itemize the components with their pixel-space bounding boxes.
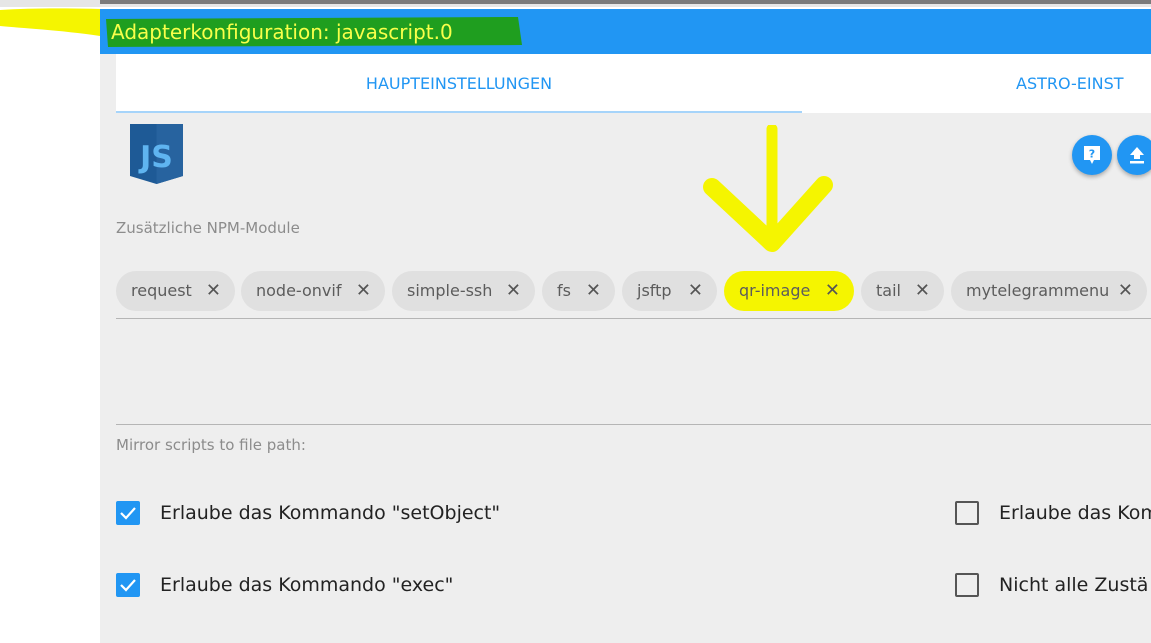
- close-icon[interactable]: ✕: [586, 271, 601, 311]
- chip-mytelegrammenu[interactable]: mytelegrammenu ✕: [951, 271, 1147, 311]
- npm-input-underline[interactable]: [116, 318, 1151, 319]
- svg-text:?: ?: [1089, 148, 1095, 161]
- option-label: Nicht alle Zustä: [999, 574, 1149, 596]
- javascript-logo-icon: JS: [130, 124, 183, 184]
- upload-icon: [1130, 147, 1144, 164]
- close-icon[interactable]: ✕: [688, 271, 703, 311]
- upload-button[interactable]: [1117, 135, 1151, 175]
- checkbox-unchecked[interactable]: [955, 573, 979, 597]
- npm-modules-label: Zusätzliche NPM-Module: [116, 219, 300, 237]
- active-tab-indicator: [116, 111, 802, 113]
- checkbox-checked[interactable]: [116, 501, 140, 525]
- close-icon[interactable]: ✕: [206, 271, 221, 311]
- option-label: Erlaube das Kom: [999, 502, 1151, 524]
- check-icon: [120, 579, 136, 592]
- help-button[interactable]: ?: [1072, 135, 1112, 175]
- checkbox-checked[interactable]: [116, 573, 140, 597]
- option-not-all-states[interactable]: Nicht alle Zustä: [955, 573, 1151, 603]
- chip-qr-image[interactable]: qr-image ✕: [724, 271, 854, 311]
- close-icon[interactable]: ✕: [915, 271, 930, 311]
- adapter-config-dialog: Adapterkonfiguration: javascript.0 HAUPT…: [100, 9, 1151, 643]
- chip-label: qr-image: [739, 281, 811, 300]
- mirror-path-label: Mirror scripts to file path:: [116, 436, 306, 454]
- option-label: Erlaube das Kommando "exec": [160, 574, 454, 596]
- mirror-input-underline[interactable]: [116, 424, 1151, 425]
- chip-label: mytelegrammenu: [966, 281, 1110, 300]
- chip-label: request: [131, 281, 192, 300]
- dialog-titlebar: Adapterkonfiguration: javascript.0: [100, 9, 1151, 54]
- close-icon[interactable]: ✕: [825, 271, 840, 311]
- chip-node-onvif[interactable]: node-onvif ✕: [241, 271, 385, 311]
- window-shadow-edge: [100, 0, 1151, 4]
- chip-label: node-onvif: [256, 281, 342, 300]
- option-exec[interactable]: Erlaube das Kommando "exec": [116, 573, 536, 603]
- check-icon: [120, 507, 136, 520]
- chip-jsftp[interactable]: jsftp ✕: [622, 271, 717, 311]
- help-icon: ?: [1084, 146, 1100, 164]
- chip-label: fs: [557, 281, 571, 300]
- checkbox-unchecked[interactable]: [955, 501, 979, 525]
- chip-tail[interactable]: tail ✕: [861, 271, 944, 311]
- tab-astro-settings[interactable]: ASTRO-EINST: [1016, 54, 1151, 113]
- close-icon[interactable]: ✕: [1118, 271, 1133, 311]
- logo-text: JS: [138, 140, 173, 175]
- option-set-object[interactable]: Erlaube das Kommando "setObject": [116, 501, 536, 531]
- chip-label: simple-ssh: [407, 281, 493, 300]
- chip-request[interactable]: request ✕: [116, 271, 235, 311]
- chip-fs[interactable]: fs ✕: [542, 271, 615, 311]
- option-allow-command[interactable]: Erlaube das Kom: [955, 501, 1151, 531]
- chip-simple-ssh[interactable]: simple-ssh ✕: [392, 271, 535, 311]
- tab-bar: HAUPTEINSTELLUNGEN ASTRO-EINST: [116, 54, 1151, 113]
- npm-module-chips: request ✕ node-onvif ✕ simple-ssh ✕ fs ✕…: [116, 271, 1151, 311]
- close-icon[interactable]: ✕: [356, 271, 371, 311]
- chip-label: tail: [876, 281, 901, 300]
- close-icon[interactable]: ✕: [506, 271, 521, 311]
- dialog-title: Adapterkonfiguration: javascript.0: [111, 20, 453, 44]
- option-label: Erlaube das Kommando "setObject": [160, 502, 501, 524]
- tab-main-settings[interactable]: HAUPTEINSTELLUNGEN: [116, 54, 802, 113]
- chip-label: jsftp: [637, 281, 672, 300]
